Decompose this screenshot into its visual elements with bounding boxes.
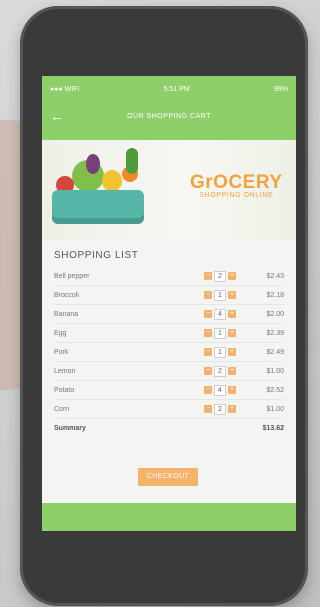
quantity-value[interactable]: 2 [214,270,226,282]
pepper-icon [102,170,122,192]
plus-button[interactable]: + [228,367,236,375]
summary-label: Summary [54,424,86,432]
quantity-stepper: −1 + [204,346,236,358]
minus-button[interactable]: − [204,367,212,375]
checkout-button[interactable]: CHECKOUT [138,468,198,486]
minus-button[interactable]: − [204,310,212,318]
minus-button[interactable]: − [204,405,212,413]
plus-button[interactable]: + [228,348,236,356]
shopping-list: SHOPPING LIST Bell pepper −2 + $2.43 Broccol… [42,240,296,437]
quantity-stepper: −4 + [204,308,236,320]
plus-button[interactable]: + [228,310,236,318]
item-price: $2.43 [266,272,284,280]
quantity-value[interactable]: 4 [214,308,226,320]
item-price: $1.00 [266,405,284,413]
item-name: Pork [54,348,69,356]
item-name: Banana [54,310,79,318]
status-bar: ●●● WIFI 5:51 PM 99% [42,76,296,96]
status-time: 5:51 PM [163,85,190,93]
minus-button[interactable]: − [204,348,212,356]
brand-name: GrOCERY [190,172,283,193]
item-price: $1.00 [266,367,284,375]
item-name: Broccoli [54,291,79,299]
list-item: Pork −1 + $2.49 [54,343,284,362]
item-price: $2.52 [266,386,284,394]
item-name: Egg [54,329,67,337]
item-name: Corn [54,405,70,413]
item-name: Bell pepper [54,272,90,280]
list-item: Potato −4 + $2.52 [54,381,284,400]
plus-button[interactable]: + [228,405,236,413]
item-price: $2.49 [266,348,284,356]
quantity-value[interactable]: 2 [214,403,226,415]
eggplant-icon [86,154,100,174]
plus-button[interactable]: + [228,272,236,280]
plus-button[interactable]: + [228,386,236,394]
item-name: Potato [54,386,75,394]
list-item: Corn −2 + $1.00 [54,400,284,419]
list-title: SHOPPING LIST [54,250,139,261]
quantity-stepper: −1 + [204,327,236,339]
carrier-indicator: ●●● WIFI [50,85,80,93]
quantity-stepper: −1 + [204,289,236,301]
minus-button[interactable]: − [204,272,212,280]
bottom-bar [42,503,296,531]
list-item: Egg −1 + $2.39 [54,324,284,343]
minus-button[interactable]: − [204,386,212,394]
list-item: Banana −4 + $2.00 [54,305,284,324]
quantity-value[interactable]: 4 [214,384,226,396]
minus-button[interactable]: − [204,329,212,337]
item-price: $2.39 [266,329,284,337]
app-header: ●●● WIFI 5:51 PM 99% ← OUR SHOPPING CART [42,76,296,140]
basket [52,190,144,224]
list-item: Broccoli −1 + $2.18 [54,286,284,305]
brand-tagline: SHOPPING ONLINE [199,192,274,199]
page-title: OUR SHOPPING CART [127,112,211,120]
quantity-stepper: −2 + [204,403,236,415]
item-price: $2.18 [266,291,284,299]
quantity-stepper: −2 + [204,270,236,282]
quantity-value[interactable]: 1 [214,289,226,301]
item-price: $2.00 [266,310,284,318]
quantity-stepper: −4 + [204,384,236,396]
quantity-value[interactable]: 2 [214,365,226,377]
quantity-stepper: −2 + [204,365,236,377]
minus-button[interactable]: − [204,291,212,299]
back-arrow-icon[interactable]: ← [50,108,64,124]
list-item: Bell pepper −2 + $2.43 [54,267,284,286]
battery-indicator: 99% [273,85,288,93]
plus-button[interactable]: + [228,291,236,299]
summary-total: $13.62 [262,424,284,432]
grocery-banner: GrOCERY SHOPPING ONLINE [42,140,296,240]
item-name: Lemon [54,367,76,375]
app-screen: ●●● WIFI 5:51 PM 99% ← OUR SHOPPING CART… [42,76,296,531]
leaf-icon [126,148,138,174]
quantity-value[interactable]: 1 [214,327,226,339]
list-item: Lemon −2 + $1.00 [54,362,284,381]
plus-button[interactable]: + [228,329,236,337]
brand-logo: GrOCERY SHOPPING ONLINE [190,172,283,199]
quantity-value[interactable]: 1 [214,346,226,358]
summary-row: Summary $13.62 [54,419,284,437]
